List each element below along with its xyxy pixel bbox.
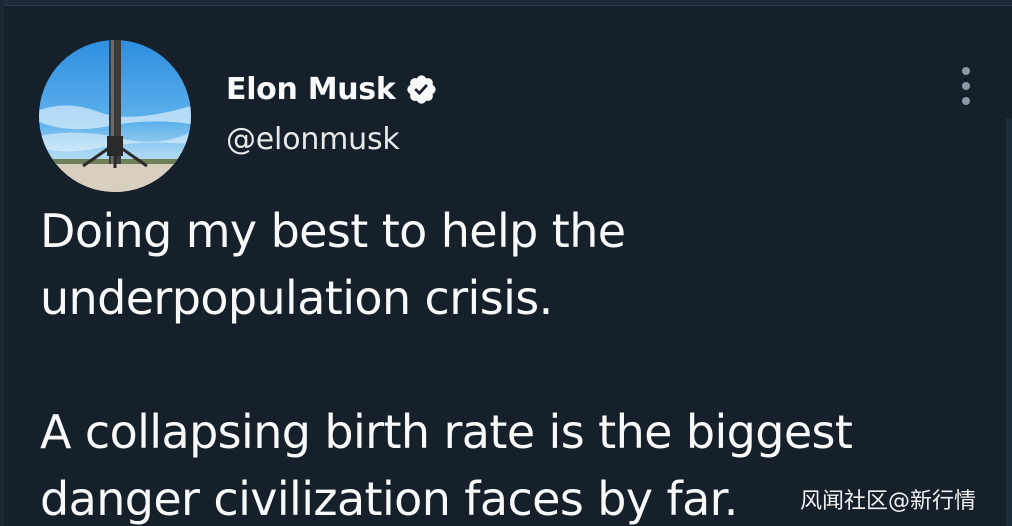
more-options-button[interactable]: [950, 62, 982, 110]
more-vertical-icon-dot-2: [962, 82, 970, 90]
user-handle[interactable]: @elonmusk: [226, 122, 400, 157]
right-border: [1006, 118, 1012, 526]
tweet-line: A collapsing birth rate is the biggest: [40, 405, 853, 459]
watermark: 风闻社区@新行情: [800, 489, 977, 514]
top-border: [0, 0, 1012, 6]
rocket-booster-avatar-image: [39, 40, 191, 192]
left-border: [0, 0, 4, 526]
more-vertical-icon: [962, 67, 970, 75]
display-name[interactable]: Elon Musk: [226, 72, 396, 107]
verified-badge-icon: [405, 73, 438, 106]
tweet-text: Doing my best to help the underpopulatio…: [40, 198, 980, 526]
avatar[interactable]: [39, 40, 191, 192]
tweet-line: underpopulation crisis.: [40, 271, 553, 325]
more-vertical-icon-dot-3: [962, 97, 970, 105]
tweet-card: Elon Musk @elonmusk Doing my best to hel…: [0, 0, 1012, 526]
tweet-line: Doing my best to help the: [40, 204, 626, 258]
name-row: Elon Musk: [226, 66, 438, 112]
